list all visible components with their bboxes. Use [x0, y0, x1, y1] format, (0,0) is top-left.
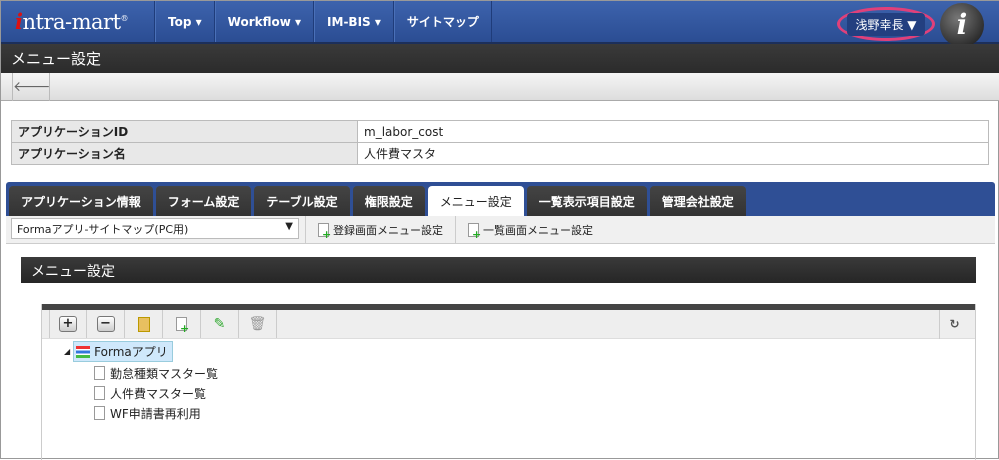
tab-company[interactable]: 管理会社設定: [649, 186, 746, 216]
value: m_labor_cost: [357, 120, 989, 143]
sub-toolbar: Formaアプリ-サイトマップ(PC用) ▼ 登録画面メニュー設定 一覧画面メニュ…: [6, 216, 995, 244]
app-icon: [76, 345, 91, 358]
tab-permission[interactable]: 権限設定: [352, 186, 425, 216]
user-menu[interactable]: 浅野幸長 ▼: [837, 7, 935, 41]
tab-form[interactable]: フォーム設定: [155, 186, 252, 216]
node-label: WF申請書再利用: [110, 406, 201, 421]
value: 人件費マスタ: [357, 142, 989, 165]
delete-button[interactable]: 🗑: [239, 310, 277, 338]
document-icon: [94, 366, 105, 380]
tree-node[interactable]: 人件費マスター覧: [94, 384, 975, 402]
section-title: メニュー設定: [21, 257, 976, 283]
label: 登録画面メニュー設定: [333, 223, 443, 237]
app-info-table: アプリケーションID m_labor_cost アプリケーション名 人件費マスタ: [11, 120, 989, 165]
register-menu-button[interactable]: 登録画面メニュー設定: [305, 216, 455, 243]
page-title: メニュー設定: [1, 44, 999, 73]
edit-button[interactable]: ✎: [201, 310, 239, 338]
nav-sitemap[interactable]: サイトマップ: [393, 1, 492, 42]
add-document-icon: [318, 222, 331, 241]
select-value: Formaアプリ-サイトマップ(PC用): [17, 223, 189, 236]
tree-node[interactable]: 勤怠種類マスター覧: [94, 364, 975, 382]
add-item-button[interactable]: [163, 310, 201, 338]
add-document-icon: [176, 317, 189, 335]
pencil-icon: ✎: [213, 316, 226, 332]
tab-app-info[interactable]: アプリケーション情報: [9, 186, 153, 216]
nav-workflow[interactable]: Workflow ▾: [214, 1, 315, 42]
arrow-left-icon: 🡐: [13, 79, 51, 95]
label: アプリケーション名: [11, 142, 358, 165]
trash-icon: 🗑: [248, 316, 267, 332]
collapse-triangle-icon[interactable]: ◢: [64, 347, 70, 356]
tree-node[interactable]: WF申請書再利用: [94, 404, 975, 422]
tab-bar: アプリケーション情報 フォーム設定 テーブル設定 権限設定 メニュー設定 一覧表…: [6, 182, 995, 216]
tree-panel: + − ✎ 🗑 ↻ ◢ Formaアプリ 勤怠種類マスター覧 人件費マスター覧 …: [41, 304, 976, 460]
node-label: 勤怠種類マスター覧: [110, 366, 219, 381]
label: 一覧画面メニュー設定: [483, 223, 593, 237]
tab-menu[interactable]: メニュー設定: [427, 186, 524, 216]
toolbar: 🡐: [1, 73, 999, 101]
sitemap-select[interactable]: Formaアプリ-サイトマップ(PC用) ▼: [11, 218, 299, 239]
expand-button[interactable]: +: [49, 310, 87, 338]
tab-list-items[interactable]: 一覧表示項目設定: [526, 186, 647, 216]
user-name[interactable]: 浅野幸長 ▼: [847, 12, 925, 36]
nav-top[interactable]: Top ▾: [155, 1, 215, 42]
label: アプリケーションID: [11, 120, 358, 143]
main-nav: Top ▾ Workflow ▾ IM-BIS ▾ サイトマップ: [154, 1, 492, 42]
refresh-button[interactable]: ↻: [939, 310, 969, 339]
minus-icon: −: [96, 316, 115, 332]
add-folder-icon: [137, 316, 150, 332]
header: intra-mart® Top ▾ Workflow ▾ IM-BIS ▾ サイ…: [1, 1, 999, 47]
node-label: Formaアプリ: [94, 345, 168, 359]
table-row: アプリケーションID m_labor_cost: [11, 120, 989, 143]
dropdown-arrow-icon: ▼: [285, 221, 293, 232]
node-label: 人件費マスター覧: [110, 386, 207, 401]
document-icon: [94, 406, 105, 420]
nav-im-bis[interactable]: IM-BIS ▾: [314, 1, 394, 42]
collapse-button[interactable]: −: [87, 310, 125, 338]
logo[interactable]: intra-mart®: [15, 9, 128, 34]
document-icon: [94, 386, 105, 400]
refresh-icon: ↻: [949, 317, 960, 331]
brand-icon[interactable]: i: [940, 3, 984, 47]
tab-table[interactable]: テーブル設定: [254, 186, 350, 216]
add-document-icon: [468, 222, 481, 241]
add-folder-button[interactable]: [125, 310, 163, 338]
back-button[interactable]: 🡐: [12, 73, 51, 101]
tree-toolbar: + − ✎ 🗑: [42, 310, 975, 339]
tree-node-root[interactable]: ◢ Formaアプリ: [64, 341, 975, 362]
menu-tree: ◢ Formaアプリ 勤怠種類マスター覧 人件費マスター覧 WF申請書再利用: [42, 339, 975, 422]
table-row: アプリケーション名 人件費マスタ: [11, 142, 989, 165]
plus-icon: +: [59, 316, 77, 332]
list-menu-button[interactable]: 一覧画面メニュー設定: [455, 216, 605, 243]
